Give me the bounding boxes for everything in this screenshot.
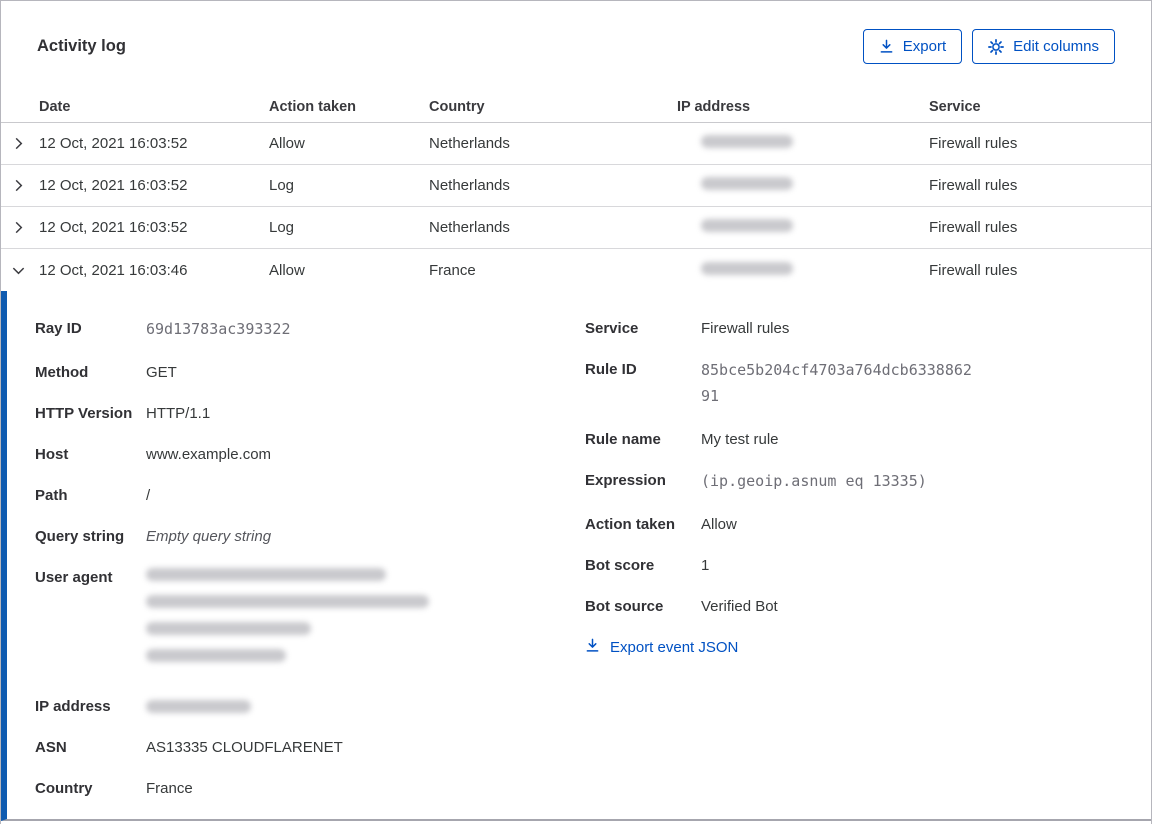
detail-row-ray-id: Ray ID 69d13783ac393322 xyxy=(35,319,585,342)
detail-row-method: Method GET xyxy=(35,364,177,381)
download-icon xyxy=(879,39,894,54)
detail-row-host: Host www.example.com xyxy=(35,446,272,463)
cell-service: Firewall rules xyxy=(929,177,1018,194)
detail-row-path: Path / xyxy=(35,487,151,504)
table-row[interactable]: 12 Oct, 2021 16:03:52 Log Netherlands Fi… xyxy=(1,165,1151,207)
event-detail-panel: Ray ID 69d13783ac393322 Method GET HTTP … xyxy=(1,291,1151,821)
detail-row-rule-name: Rule name My test rule xyxy=(585,431,779,448)
cell-date: 12 Oct, 2021 16:03:52 xyxy=(39,177,188,194)
bot-source-value: Verified Bot xyxy=(701,598,778,615)
column-header-country: Country xyxy=(429,98,485,115)
column-header-date: Date xyxy=(39,98,71,115)
detail-row-http-version: HTTP Version HTTP/1.1 xyxy=(35,405,211,422)
gear-icon xyxy=(988,38,1005,55)
column-header-service: Service xyxy=(929,98,981,115)
redacted-user-agent-line xyxy=(146,568,386,581)
asn-value: AS13335 CLOUDFLARENET xyxy=(146,739,343,756)
chevron-right-icon[interactable] xyxy=(1,136,39,151)
ray-id-value: 69d13783ac393322 xyxy=(146,320,291,338)
table-row[interactable]: 12 Oct, 2021 16:03:52 Log Netherlands Fi… xyxy=(1,207,1151,249)
action-taken-value: Allow xyxy=(701,516,737,533)
cell-country: France xyxy=(429,261,476,279)
redacted-ip-address xyxy=(701,219,793,232)
column-header-ip-address: IP address xyxy=(677,98,751,115)
detail-column-left: Ray ID 69d13783ac393322 Method GET HTTP … xyxy=(35,319,585,819)
cell-country: Netherlands xyxy=(429,135,510,152)
chevron-down-icon[interactable] xyxy=(1,263,39,278)
toolbar: Export Edit columns xyxy=(862,29,1115,64)
cell-date: 12 Oct, 2021 16:03:52 xyxy=(39,135,188,152)
detail-row-ip-address: IP address xyxy=(35,697,585,717)
redacted-user-agent-line xyxy=(146,649,286,662)
cell-action: Allow xyxy=(269,135,305,152)
cell-action: Allow xyxy=(269,261,305,279)
expression-value: (ip.geoip.asnum eq 13335) xyxy=(701,472,927,490)
export-event-json-label: Export event JSON xyxy=(610,639,739,656)
http-version-value: HTTP/1.1 xyxy=(146,405,211,422)
cell-action: Log xyxy=(269,219,295,236)
table-header: Date Action taken Country IP address Ser… xyxy=(1,91,1151,123)
activity-log-panel: Activity log Export Edit columns Date Ac… xyxy=(0,0,1152,824)
redacted-ip-address xyxy=(701,135,793,148)
detail-row-user-agent: User agent xyxy=(35,568,585,676)
table-row-expanded[interactable]: 12 Oct, 2021 16:03:46 Allow France Firew… xyxy=(1,249,1151,291)
column-header-action: Action taken xyxy=(269,98,357,115)
download-icon xyxy=(585,638,600,657)
rule-id-value: 85bce5b204cf4703a764dcb633886291 xyxy=(701,361,972,405)
detail-row-country: Country France xyxy=(35,780,193,797)
page-title: Activity log xyxy=(37,37,126,55)
detail-row-bot-source: Bot source Verified Bot xyxy=(585,598,778,615)
redacted-ip-address xyxy=(146,700,251,713)
detail-row-query-string: Query string Empty query string xyxy=(35,528,272,545)
table-row[interactable]: 12 Oct, 2021 16:03:52 Allow Netherlands … xyxy=(1,123,1151,165)
edit-columns-button-label: Edit columns xyxy=(1013,38,1099,55)
redacted-ip-address xyxy=(701,177,793,190)
redacted-user-agent-line xyxy=(146,622,311,635)
query-string-value: Empty query string xyxy=(146,528,272,545)
detail-column-right: Service Firewall rules Rule ID 85bce5b20… xyxy=(585,319,1115,819)
export-event-json-link[interactable]: Export event JSON xyxy=(585,638,1115,657)
cell-service: Firewall rules xyxy=(929,135,1018,152)
redacted-user-agent xyxy=(146,568,429,676)
detail-row-asn: ASN AS13335 CLOUDFLARENET xyxy=(35,739,343,756)
cell-country: Netherlands xyxy=(429,177,510,194)
detail-row-action-taken: Action taken Allow xyxy=(585,516,737,533)
cell-service: Firewall rules xyxy=(929,261,1018,279)
topbar: Activity log Export Edit columns xyxy=(1,1,1151,91)
bot-score-value: 1 xyxy=(701,557,710,574)
method-value: GET xyxy=(146,364,177,381)
cell-date: 12 Oct, 2021 16:03:46 xyxy=(39,261,188,279)
host-value: www.example.com xyxy=(146,446,272,463)
redacted-ip-address xyxy=(701,261,793,275)
cell-action: Log xyxy=(269,177,295,194)
detail-row-bot-score: Bot score 1 xyxy=(585,557,710,574)
detail-row-expression: Expression (ip.geoip.asnum eq 13335) xyxy=(585,471,1115,494)
cell-date: 12 Oct, 2021 16:03:52 xyxy=(39,219,188,236)
rule-name-value: My test rule xyxy=(701,431,779,448)
chevron-right-icon[interactable] xyxy=(1,178,39,193)
export-button-label: Export xyxy=(902,38,947,55)
cell-service: Firewall rules xyxy=(929,219,1018,236)
export-button[interactable]: Export xyxy=(862,29,963,64)
detail-row-rule-id: Rule ID 85bce5b204cf4703a764dcb633886291 xyxy=(585,360,1115,409)
country-value: France xyxy=(146,780,193,797)
service-value: Firewall rules xyxy=(701,320,790,337)
redacted-user-agent-line xyxy=(146,595,429,608)
path-value: / xyxy=(146,487,151,504)
chevron-right-icon[interactable] xyxy=(1,220,39,235)
cell-country: Netherlands xyxy=(429,219,510,236)
edit-columns-button[interactable]: Edit columns xyxy=(972,29,1115,64)
detail-row-service: Service Firewall rules xyxy=(585,320,790,337)
